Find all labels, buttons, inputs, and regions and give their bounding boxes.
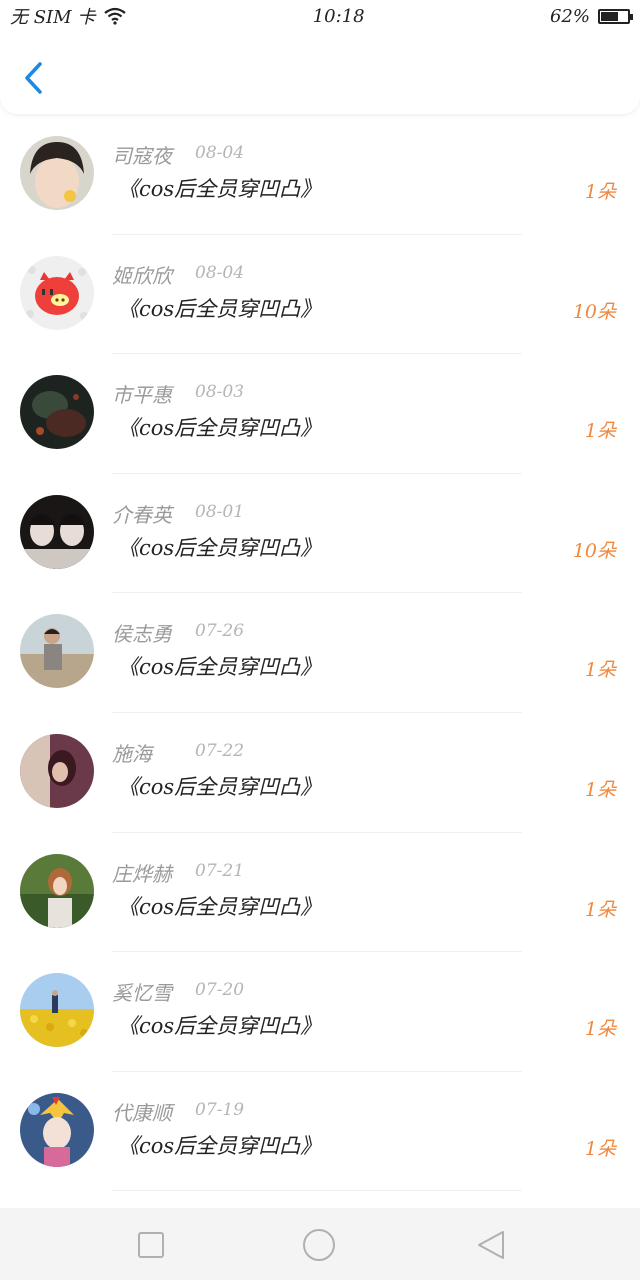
avatar[interactable] bbox=[20, 853, 94, 928]
gift-date: 07-26 bbox=[195, 621, 245, 642]
battery-level bbox=[601, 11, 619, 21]
avatar[interactable] bbox=[20, 614, 94, 689]
list-item[interactable]: 姬欣欣 08-04 《cos后全员穿凹凸》 10朵 bbox=[0, 235, 640, 355]
book-title: 《cos后全员穿凹凸》 bbox=[118, 894, 322, 919]
carrier-text: 无 SIM 卡 bbox=[10, 7, 96, 28]
gift-date: 07-20 bbox=[195, 980, 245, 1001]
gift-date: 07-22 bbox=[195, 740, 245, 761]
flower-count: 10朵 bbox=[572, 300, 616, 323]
gift-date: 08-04 bbox=[195, 143, 245, 163]
avatar[interactable] bbox=[20, 375, 94, 450]
book-title: 《cos后全员穿凹凸》 bbox=[118, 535, 322, 560]
list-item[interactable]: 庄烨赫 07-21 《cos后全员穿凹凸》 1朵 bbox=[0, 833, 640, 953]
status-left: 无 SIM 卡 bbox=[10, 3, 127, 29]
back-button[interactable] bbox=[20, 58, 50, 98]
flower-count: 10朵 bbox=[572, 539, 616, 562]
list-item[interactable]: 侯志勇 07-26 《cos后全员穿凹凸》 1朵 bbox=[0, 593, 640, 713]
list-item[interactable]: 代康顺 07-19 《cos后全员穿凹凸》 1朵 bbox=[0, 1072, 640, 1192]
flower-count: 1朵 bbox=[584, 898, 616, 921]
circle-icon[interactable] bbox=[302, 1228, 336, 1262]
user-name: 介春英 bbox=[112, 502, 172, 527]
user-name: 施海 bbox=[112, 741, 152, 766]
book-title: 《cos后全员穿凹凸》 bbox=[118, 416, 322, 441]
gift-date: 08-03 bbox=[195, 382, 245, 403]
avatar[interactable] bbox=[20, 733, 94, 808]
divider bbox=[112, 1190, 522, 1192]
user-name: 市平惠 bbox=[112, 383, 172, 408]
wifi-icon bbox=[104, 7, 127, 25]
clock: 10:18 bbox=[312, 5, 365, 27]
avatar[interactable] bbox=[20, 255, 94, 330]
list-item[interactable]: 司寇夜 08-04 《cos后全员穿凹凸》 1朵 bbox=[0, 115, 640, 235]
list-item[interactable]: 奚忆雪 07-20 《cos后全员穿凹凸》 1朵 bbox=[0, 952, 640, 1072]
gift-date: 07-21 bbox=[195, 860, 245, 881]
avatar[interactable] bbox=[20, 1092, 94, 1167]
status-bar: 无 SIM 卡 10:18 62% bbox=[0, 0, 640, 32]
avatar[interactable] bbox=[20, 494, 94, 569]
system-nav-bar bbox=[0, 1208, 640, 1280]
book-title: 《cos后全员穿凹凸》 bbox=[118, 655, 322, 680]
gift-date: 07-19 bbox=[195, 1099, 245, 1120]
user-name: 代康顺 bbox=[112, 1100, 172, 1125]
book-title: 《cos后全员穿凹凸》 bbox=[118, 296, 322, 321]
avatar[interactable] bbox=[20, 136, 94, 210]
book-title: 《cos后全员穿凹凸》 bbox=[118, 1133, 322, 1158]
book-title: 《cos后全员穿凹凸》 bbox=[118, 774, 322, 799]
status-right: 62% bbox=[549, 5, 633, 27]
avatar[interactable] bbox=[20, 973, 94, 1048]
triangle-back-icon[interactable] bbox=[474, 1228, 508, 1262]
user-name: 庄烨赫 bbox=[112, 861, 172, 886]
flower-count: 1朵 bbox=[584, 181, 616, 203]
flower-count: 1朵 bbox=[584, 1018, 616, 1041]
list-item[interactable]: 施海 07-22 《cos后全员穿凹凸》 1朵 bbox=[0, 713, 640, 833]
flower-count: 1朵 bbox=[584, 778, 616, 801]
battery-icon bbox=[598, 8, 633, 24]
user-name: 奚忆雪 bbox=[112, 981, 172, 1006]
flower-count: 1朵 bbox=[584, 1137, 616, 1160]
user-name: 姬欣欣 bbox=[112, 263, 172, 288]
list-item[interactable]: 介春英 08-01 《cos后全员穿凹凸》 10朵 bbox=[0, 474, 640, 594]
square-icon[interactable] bbox=[134, 1228, 168, 1262]
gift-date: 08-01 bbox=[195, 501, 245, 522]
gift-date: 08-04 bbox=[195, 262, 245, 283]
book-title: 《cos后全员穿凹凸》 bbox=[118, 1014, 322, 1039]
book-title: 《cos后全员穿凹凸》 bbox=[118, 177, 322, 201]
list-item[interactable]: 市平惠 08-03 《cos后全员穿凹凸》 1朵 bbox=[0, 354, 640, 474]
user-name: 侯志勇 bbox=[112, 622, 172, 647]
flower-count: 1朵 bbox=[584, 659, 616, 682]
user-name: 司寇夜 bbox=[112, 144, 172, 168]
battery-percent: 62% bbox=[549, 5, 590, 27]
gift-list: 司寇夜 08-04 《cos后全员穿凹凸》 1朵 姬欣欣 08-04 《cos后… bbox=[0, 115, 640, 1192]
flower-count: 1朵 bbox=[584, 420, 616, 443]
top-bar bbox=[0, 32, 640, 114]
